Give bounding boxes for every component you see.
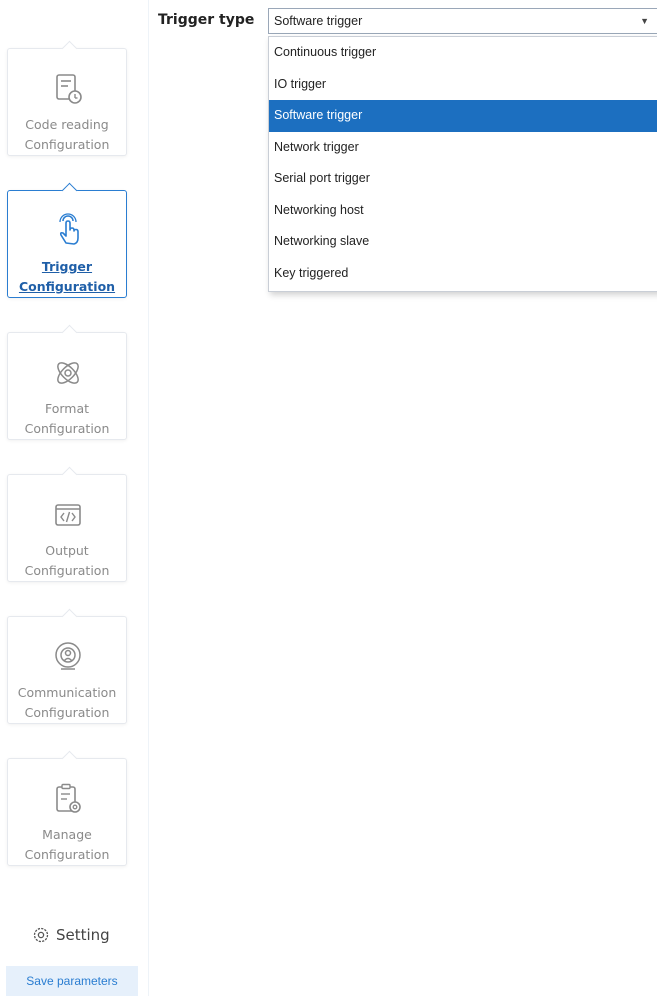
dropdown-option-networking-host[interactable]: Networking host	[269, 195, 657, 227]
sidebar-item-output[interactable]: Output Configuration	[7, 474, 127, 582]
sidebar-item-label: Format Configuration	[24, 401, 110, 436]
dropdown-option-io-trigger[interactable]: IO trigger	[269, 69, 657, 101]
sidebar: Code reading Configuration Trigger Confi…	[0, 0, 149, 996]
dropdown-option-software-trigger[interactable]: Software trigger	[269, 100, 657, 132]
gear-icon	[33, 927, 49, 943]
sidebar-item-trigger[interactable]: Trigger Configuration	[7, 190, 127, 298]
dropdown-option-serial-port-trigger[interactable]: Serial port trigger	[269, 163, 657, 195]
trigger-type-dropdown: Continuous trigger IO trigger Software t…	[268, 36, 657, 292]
save-parameters-button[interactable]: Save parameters	[6, 966, 138, 996]
hand-tap-icon	[59, 213, 79, 245]
dropdown-option-networking-slave[interactable]: Networking slave	[269, 226, 657, 258]
sidebar-item-label: Trigger Configuration	[18, 259, 116, 294]
sidebar-item-communication[interactable]: Communication Configuration	[7, 616, 127, 724]
sidebar-item-format[interactable]: Format Configuration	[7, 332, 127, 440]
dropdown-option-network-trigger[interactable]: Network trigger	[269, 132, 657, 164]
trigger-type-label: Trigger type	[158, 12, 255, 28]
trigger-type-select[interactable]: Software trigger ▼	[268, 8, 657, 34]
sidebar-item-label: Manage Configuration	[24, 827, 110, 862]
communication-icon	[55, 642, 81, 670]
setting-label: Setting	[56, 926, 110, 944]
format-icon	[57, 362, 79, 384]
trigger-type-value: Software trigger	[274, 14, 363, 28]
code-reading-icon	[56, 74, 82, 104]
setting-button[interactable]: Setting	[32, 922, 110, 948]
sidebar-item-label: Output Configuration	[24, 543, 110, 578]
chevron-down-icon: ▼	[640, 16, 649, 26]
sidebar-item-code-reading[interactable]: Code reading Configuration	[7, 48, 127, 156]
manage-icon	[56, 783, 81, 813]
sidebar-item-manage[interactable]: Manage Configuration	[7, 758, 127, 866]
sidebar-item-label: Communication Configuration	[17, 685, 117, 720]
dropdown-option-key-triggered[interactable]: Key triggered	[269, 258, 657, 290]
code-output-icon	[55, 504, 81, 526]
sidebar-item-label: Code reading Configuration	[24, 117, 110, 152]
dropdown-option-continuous-trigger[interactable]: Continuous trigger	[269, 37, 657, 69]
